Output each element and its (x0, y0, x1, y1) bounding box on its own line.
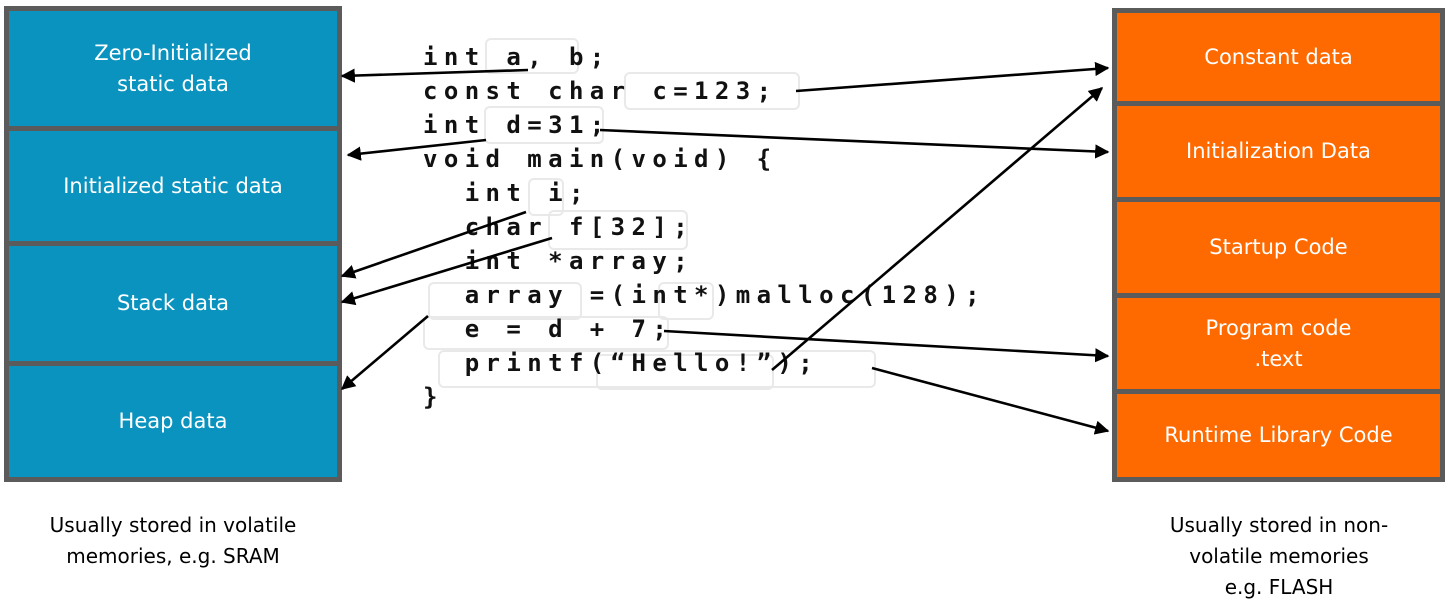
mapping-arrows (340, 61, 1110, 435)
arrow-ab-to-zero-init (340, 68, 529, 83)
arrow-d-to-init-static (346, 138, 487, 161)
arrow-i-to-stack (340, 210, 527, 279)
arrow-malloc-to-heap (340, 315, 429, 390)
arrow-e-to-program (663, 329, 1110, 363)
arrow-c-to-constant (795, 61, 1110, 93)
arrow-hello-to-constant (771, 87, 1104, 371)
arrow-f-to-stack (340, 236, 553, 306)
arrow-printf-to-runtime-lib (871, 366, 1110, 435)
